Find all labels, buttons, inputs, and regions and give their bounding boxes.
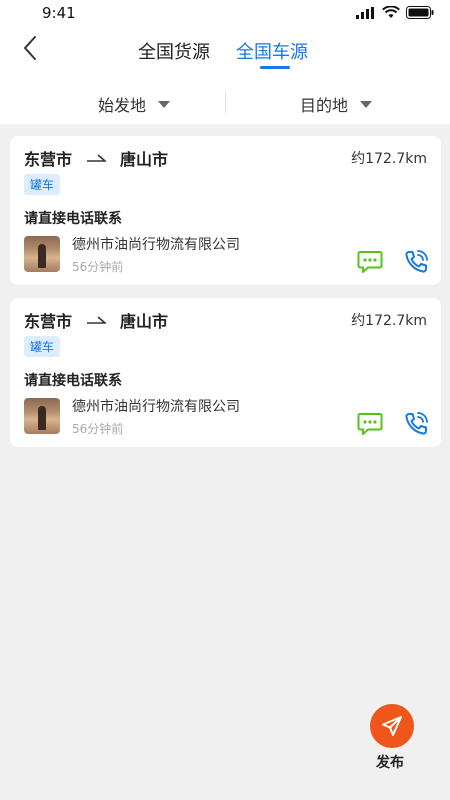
signal-icon: [356, 6, 374, 19]
status-bar: 9:41: [0, 0, 450, 28]
destination-filter[interactable]: 目的地: [300, 92, 373, 116]
vehicle-type-tag: 罐车: [24, 174, 61, 195]
caret-down-icon: [360, 100, 373, 108]
status-time: 9:41: [42, 4, 76, 22]
origin-city: 东营市: [24, 312, 73, 331]
tab-national-goods[interactable]: 全国货源: [138, 38, 210, 64]
publish-label: 发布: [376, 755, 404, 771]
contact-note: 请直接电话联系: [24, 211, 122, 227]
back-icon[interactable]: [18, 34, 42, 62]
contact-note: 请直接电话联系: [24, 373, 122, 389]
vehicle-listing-card[interactable]: 东营市 唐山市 约172.7km 罐车 请直接电话联系 德州市油尚行物流有限公司…: [10, 298, 441, 447]
route: 东营市 唐山市: [24, 308, 168, 332]
message-icon[interactable]: [357, 250, 383, 274]
status-icons: [356, 6, 434, 19]
vehicle-listing-card[interactable]: 东营市 唐山市 约172.7km 罐车 请直接电话联系 德州市油尚行物流有限公司…: [10, 136, 441, 285]
origin-filter-label: 始发地: [98, 96, 147, 115]
route: 东营市 唐山市: [24, 146, 168, 170]
distance: 约172.7km: [351, 313, 427, 329]
nav-bar: 全国货源 全国车源: [0, 28, 450, 74]
filter-bar: 始发地 目的地: [0, 84, 450, 122]
distance: 约172.7km: [351, 151, 427, 167]
route-arrow-icon: [87, 154, 107, 162]
posted-time: 56分钟前: [72, 260, 124, 274]
paper-plane-icon: [382, 716, 402, 736]
header: 9:41 全国货源 全国车源 始发地 目的地: [0, 0, 450, 124]
destination-city: 唐山市: [120, 312, 169, 331]
avatar: [24, 398, 60, 434]
tab-national-vehicles[interactable]: 全国车源: [236, 38, 308, 64]
publish-button[interactable]: [370, 704, 414, 748]
caret-down-icon: [158, 100, 171, 108]
message-icon[interactable]: [357, 412, 383, 436]
phone-icon[interactable]: [403, 249, 429, 275]
company-name: 德州市油尚行物流有限公司: [72, 399, 240, 415]
active-tab-indicator: [260, 66, 290, 69]
company-name: 德州市油尚行物流有限公司: [72, 237, 240, 253]
destination-filter-label: 目的地: [300, 96, 349, 115]
posted-time: 56分钟前: [72, 422, 124, 436]
destination-city: 唐山市: [120, 150, 169, 169]
avatar: [24, 236, 60, 272]
origin-city: 东营市: [24, 150, 73, 169]
phone-icon[interactable]: [403, 411, 429, 437]
vehicle-type-tag: 罐车: [24, 336, 61, 357]
wifi-icon: [382, 6, 400, 18]
filter-divider: [225, 92, 226, 114]
origin-filter[interactable]: 始发地: [98, 92, 171, 116]
route-arrow-icon: [87, 316, 107, 324]
battery-icon: [406, 6, 434, 19]
